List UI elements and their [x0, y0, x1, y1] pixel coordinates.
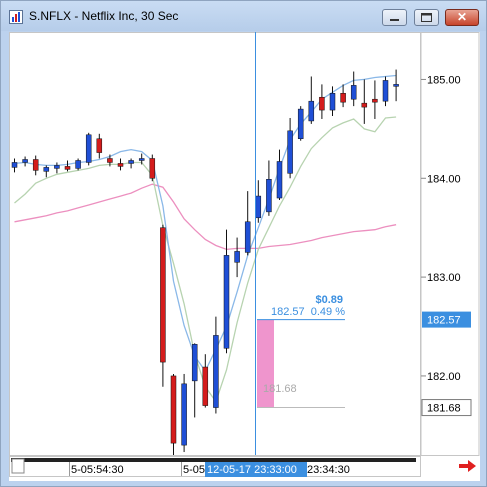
minimize-icon [390, 19, 399, 21]
candle-body [43, 167, 50, 172]
candle-body [170, 375, 177, 444]
arrow-right-icon[interactable] [459, 460, 476, 472]
candle-body [276, 161, 283, 199]
candle-body [149, 158, 156, 179]
candle-body [372, 98, 378, 103]
candle-body [266, 179, 272, 213]
candle-body [382, 80, 389, 102]
candle-body [319, 96, 325, 111]
candle[interactable] [75, 158, 81, 171]
measure-start-label: 181.68 [263, 383, 297, 395]
candle-body [191, 344, 198, 382]
candle-body [350, 85, 357, 100]
price-axis[interactable] [420, 32, 480, 456]
candle[interactable] [181, 373, 187, 453]
current-price-label: 182.57 [427, 315, 461, 327]
candle-body [308, 100, 315, 122]
time-cursor-label: 12-05-17 23:33:00 [207, 464, 297, 476]
candle-body [160, 227, 166, 363]
close-icon: ✕ [456, 10, 468, 24]
candle-body [75, 160, 81, 169]
time-label: 5-05 [183, 464, 205, 476]
candle-body [107, 158, 113, 163]
start-price-label: 181.68 [427, 403, 461, 415]
time-label: 23:34:30 [307, 464, 350, 476]
measure-change-label: $0.89 [315, 294, 343, 306]
candle-body [22, 159, 28, 163]
close-button[interactable]: ✕ [445, 9, 479, 26]
candle-body [138, 158, 145, 161]
maximize-button[interactable] [414, 9, 439, 26]
y-tick-label: 185.00 [427, 74, 461, 86]
time-scrollbar[interactable] [11, 458, 416, 462]
candle-body [11, 162, 18, 168]
maximize-icon [421, 13, 432, 22]
candle-body [234, 251, 240, 263]
window-title: S.NFLX - Netflix Inc, 30 Sec [29, 9, 179, 23]
candle-body [223, 255, 230, 349]
candle-body [213, 335, 219, 408]
chart-app-icon [9, 10, 23, 24]
candle-body [64, 166, 71, 170]
candle-body [255, 195, 262, 219]
candle-body [202, 366, 209, 406]
candle-body [297, 108, 304, 139]
candle-body [244, 221, 251, 253]
candle[interactable] [170, 373, 177, 455]
y-tick-label: 184.00 [427, 173, 461, 185]
candle[interactable] [85, 132, 92, 166]
candle-body [287, 130, 293, 174]
candle[interactable] [149, 154, 156, 182]
candle-body [393, 84, 399, 87]
candle-body [340, 93, 346, 103]
time-label: 5-05:54:30 [71, 464, 124, 476]
candle-body [128, 160, 134, 164]
title-bar[interactable]: S.NFLX - Netflix Inc, 30 Sec ✕ [1, 1, 486, 31]
y-tick-label: 182.00 [427, 371, 461, 383]
candle-body [32, 159, 39, 171]
scroll-thumb[interactable] [11, 458, 25, 474]
y-tick-label: 183.00 [427, 272, 461, 284]
candle-body [85, 134, 92, 163]
measure-price-pct-label: 182.57 0.49 % [271, 306, 345, 318]
candle[interactable] [297, 106, 304, 141]
candle-body [54, 165, 60, 169]
candle-body [117, 163, 124, 167]
chart-window: S.NFLX - Netflix Inc, 30 Sec ✕ 185.00 184… [0, 0, 487, 487]
candle-body [96, 138, 103, 153]
candle-body [361, 102, 368, 108]
minimize-button[interactable] [382, 9, 407, 26]
price-chart[interactable]: 185.00 184.00 183.00 182.00 $0.89 182.57 0.… [9, 32, 480, 481]
chart-area[interactable]: 185.00 184.00 183.00 182.00 $0.89 182.57 0.… [9, 32, 480, 481]
candle-body [329, 93, 336, 111]
candle-body [181, 383, 187, 446]
